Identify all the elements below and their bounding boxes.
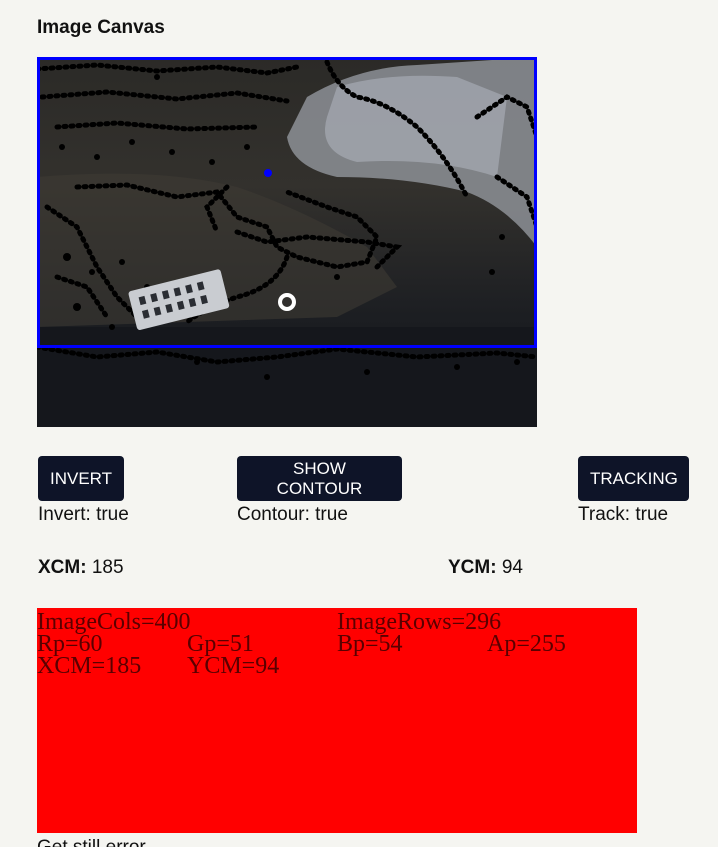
ycm-readout: YCM: 94 <box>448 557 523 579</box>
ycm-value: 94 <box>501 557 523 578</box>
status-message: Get still error <box>37 837 146 847</box>
gp-text: Gp=51 <box>187 631 254 657</box>
xcm-text: XCM=185 <box>37 653 142 679</box>
page: Image Canvas INVERT SHOW CONTOUR TRACKIN… <box>0 0 718 847</box>
camera-frame <box>37 57 537 427</box>
xcm-value: 185 <box>91 557 124 578</box>
invert-button[interactable]: INVERT <box>38 456 124 501</box>
bp-text: Bp=54 <box>337 631 403 657</box>
rp-text: Rp=60 <box>37 631 103 657</box>
ap-text: Ap=255 <box>487 631 566 657</box>
invert-state: Invert: true <box>38 504 129 525</box>
track-state: Track: true <box>578 504 669 525</box>
show-contour-button[interactable]: SHOW CONTOUR <box>237 456 402 501</box>
ycm-text: YCM=94 <box>187 653 280 679</box>
ycm-label: YCM: <box>448 557 497 578</box>
xcm-label: XCM: <box>38 557 87 578</box>
page-title: Image Canvas <box>37 17 165 38</box>
tracking-button[interactable]: TRACKING <box>578 456 689 501</box>
image-cols-text: ImageCols=400 <box>37 609 191 635</box>
contour-state: Contour: true <box>237 504 348 525</box>
image-canvas[interactable] <box>37 57 537 427</box>
image-rows-text: ImageRows=296 <box>337 609 502 635</box>
readout-panel: ImageCols=400 ImageRows=296 Rp=60 Gp=51 … <box>37 608 637 833</box>
xcm-readout: XCM: 185 <box>38 557 124 579</box>
